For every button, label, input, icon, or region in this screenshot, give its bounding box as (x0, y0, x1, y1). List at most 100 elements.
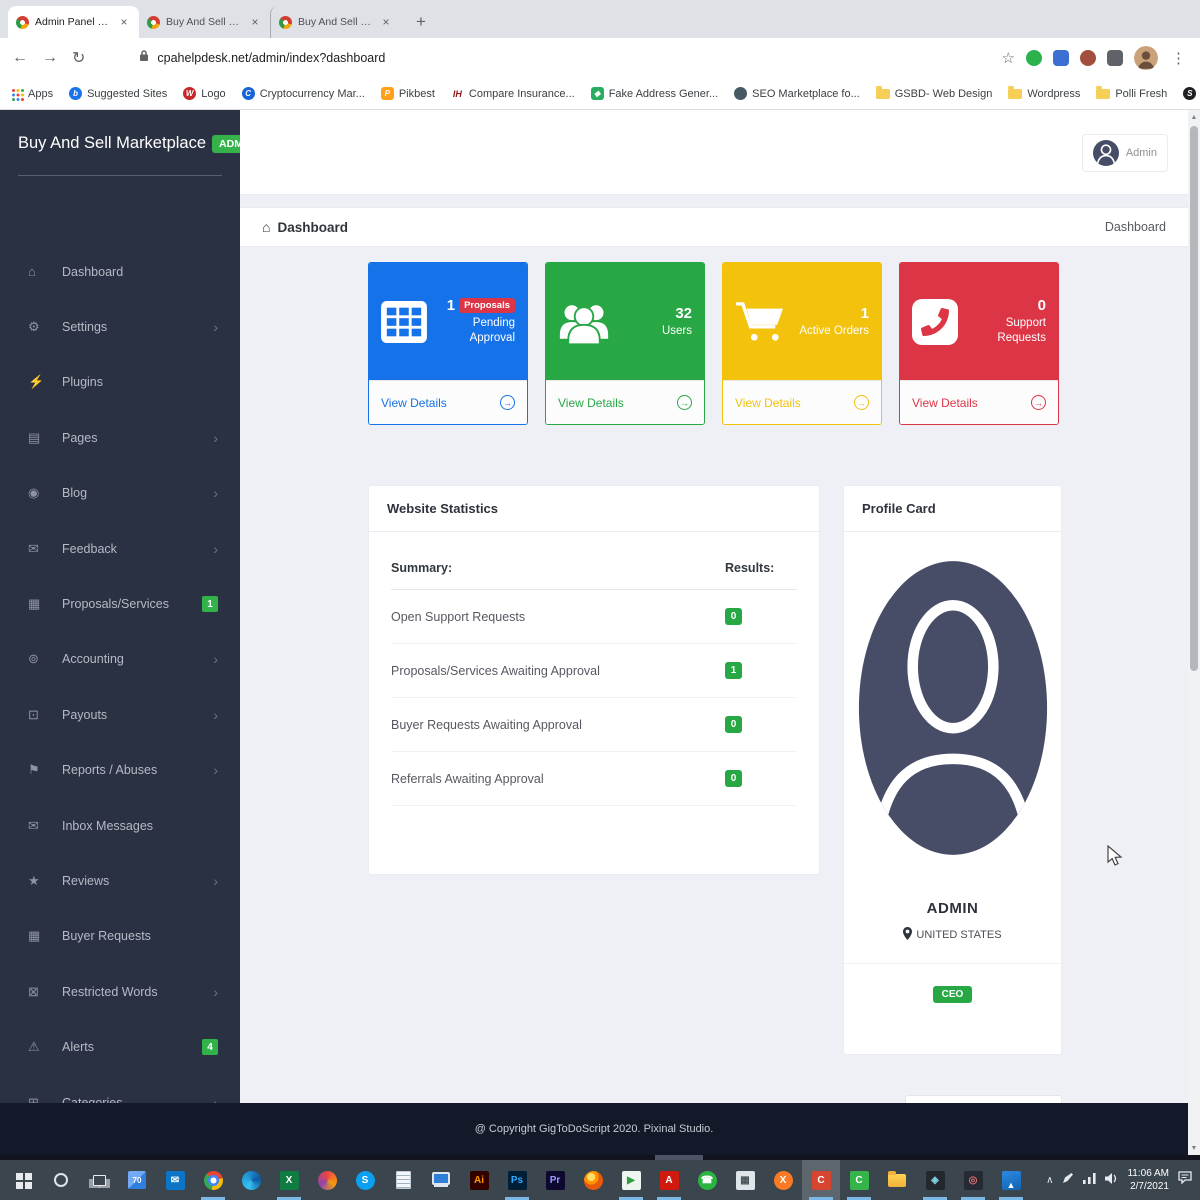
extensions-puzzle-icon[interactable] (1107, 50, 1123, 66)
premiere-app[interactable]: Pr (536, 1160, 574, 1200)
sidebar-item-blog[interactable]: ◉ Blog › (0, 466, 240, 521)
stats-label: Open Support Requests (391, 610, 725, 624)
mail-app[interactable]: ✉ (156, 1160, 194, 1200)
tab-title: Buy And Sell Marketplace - Logi (166, 16, 242, 28)
sidebar-item-dashboard[interactable]: ⌂ Dashboard › (0, 244, 240, 299)
scrollbar-thumb[interactable] (1190, 126, 1198, 671)
volume-icon[interactable] (1105, 1171, 1118, 1189)
bookmark-item[interactable]: W Logo (183, 87, 225, 100)
tray-expand-icon[interactable]: ∧ (1046, 1175, 1053, 1186)
whatsapp-app[interactable]: ☎ (688, 1160, 726, 1200)
stats-table-header: Summary: Results: (391, 546, 797, 590)
bookmark-item[interactable]: SEO Marketplace fo... (734, 87, 860, 100)
pen-icon[interactable] (1062, 1171, 1074, 1189)
photos-app[interactable]: ▲ (992, 1160, 1030, 1200)
dark-app-2[interactable]: ◎ (954, 1160, 992, 1200)
sidebar-item-payouts[interactable]: ⊡ Payouts › (0, 687, 240, 742)
brand: Buy And Sell Marketplace ADMIN (0, 110, 240, 153)
clock[interactable]: 11:06 AM 2/7/2021 (1127, 1167, 1169, 1194)
reload-button[interactable]: ↻ (72, 48, 85, 68)
sidebar-item-restricted-words[interactable]: ⊠ Restricted Words › (0, 964, 240, 1019)
chrome-browser[interactable] (194, 1160, 232, 1200)
xampp-app[interactable]: X (764, 1160, 802, 1200)
browser-tab[interactable]: Admin Panel - Control Your Enti × (8, 6, 139, 38)
sidebar-item-plugins[interactable]: ⚡ Plugins › (0, 355, 240, 410)
card-users: 32 Users View Details → (545, 262, 705, 425)
browser-tab[interactable]: Buy And Sell Marketplace × (270, 6, 401, 38)
dark-app-1[interactable]: ◈ (916, 1160, 954, 1200)
download-manager-app[interactable] (308, 1160, 346, 1200)
computer-app[interactable] (422, 1160, 460, 1200)
bookmark-item[interactable]: Polli Fresh (1096, 88, 1167, 100)
bookmark-item[interactable]: b Suggested Sites (69, 87, 167, 100)
tab-close-icon[interactable]: × (379, 15, 393, 29)
bookmark-item[interactable]: S immobilie richtig in... (1183, 87, 1200, 100)
sidebar-item-alerts[interactable]: ⚠ Alerts 4 › (0, 1019, 240, 1074)
website-statistics-panel: Website Statistics Summary: Results: Ope… (368, 485, 820, 875)
extension-icon[interactable] (1080, 50, 1096, 66)
start-button[interactable] (4, 1160, 42, 1200)
action-center-icon[interactable] (1178, 1171, 1192, 1189)
acrobat-app[interactable]: A (650, 1160, 688, 1200)
scroll-down-arrow[interactable]: ▼ (1188, 1141, 1200, 1155)
browser-profile-avatar[interactable] (1134, 46, 1158, 70)
screen-recorder-app[interactable]: ▶ (612, 1160, 650, 1200)
bookmark-star-icon[interactable]: ☆ (1002, 49, 1015, 67)
bookmark-item[interactable]: C Cryptocurrency Mar... (242, 87, 365, 100)
photoshop-app[interactable]: Ps (498, 1160, 536, 1200)
admin-menu-button[interactable]: Admin (1082, 134, 1168, 172)
tab-close-icon[interactable]: × (248, 15, 262, 29)
tab-close-icon[interactable]: × (117, 15, 131, 29)
firefox-browser[interactable] (574, 1160, 612, 1200)
site-favicon (279, 16, 292, 29)
file-explorer[interactable] (878, 1160, 916, 1200)
back-button[interactable]: ← (12, 49, 28, 67)
vertical-scrollbar[interactable]: ▲ ▼ (1188, 110, 1200, 1155)
cortana-button[interactable] (42, 1160, 80, 1200)
edge-browser[interactable] (232, 1160, 270, 1200)
sidebar-item-accounting[interactable]: ⊚ Accounting › (0, 632, 240, 687)
bookmark-item[interactable]: Apps (10, 87, 53, 100)
profile-card-panel: Profile Card ADMIN (843, 485, 1062, 1055)
view-details-link[interactable]: View Details → (546, 380, 704, 424)
sidebar-item-feedback[interactable]: ✉ Feedback › (0, 521, 240, 576)
sidebar-item-buyer-requests[interactable]: ▦ Buyer Requests › (0, 909, 240, 964)
new-tab-button[interactable]: + (407, 8, 435, 36)
view-details-link[interactable]: View Details → (369, 380, 527, 424)
forward-button[interactable]: → (42, 49, 58, 67)
bookmark-item[interactable]: ◆ Fake Address Gener... (591, 87, 718, 100)
camtasia-green-app[interactable]: C (840, 1160, 878, 1200)
sidebar-item-label: Feedback (62, 542, 213, 556)
sidebar-item-settings[interactable]: ⚙ Settings › (0, 299, 240, 354)
sidebar-item-inbox-messages[interactable]: ✉ Inbox Messages › (0, 798, 240, 853)
stats-label: Buyer Requests Awaiting Approval (391, 718, 725, 732)
task-view-button[interactable] (80, 1160, 118, 1200)
dashboard-content: 1 Proposals Pending Approval View Detail… (240, 247, 1188, 1103)
your-phone-app[interactable]: 70 (118, 1160, 156, 1200)
sidebar-item-categories[interactable]: ⊞ Categories › (0, 1075, 240, 1103)
idm-extension-icon[interactable] (1026, 50, 1042, 66)
browser-menu-icon[interactable]: ⋮ (1169, 49, 1188, 67)
sidebar-item-pages[interactable]: ▤ Pages › (0, 410, 240, 465)
skype-app[interactable]: S (346, 1160, 384, 1200)
illustrator-app[interactable]: Ai (460, 1160, 498, 1200)
calculator-app[interactable]: ▦ (726, 1160, 764, 1200)
camtasia-app[interactable]: C (802, 1160, 840, 1200)
browser-tab[interactable]: Buy And Sell Marketplace - Logi × (139, 6, 270, 38)
bookmark-item[interactable]: P Pikbest (381, 87, 435, 100)
screenshot-extension-icon[interactable] (1053, 50, 1069, 66)
address-bar[interactable]: cpahelpdesk.net/admin/index?dashboard (139, 49, 987, 67)
bookmark-item[interactable]: Wordpress (1008, 88, 1080, 100)
notepad-app[interactable] (384, 1160, 422, 1200)
network-icon[interactable] (1083, 1171, 1096, 1189)
bookmark-item[interactable]: GSBD- Web Design (876, 88, 993, 100)
view-details-link[interactable]: View Details → (723, 380, 881, 424)
sidebar-item-reviews[interactable]: ★ Reviews › (0, 853, 240, 908)
sidebar-item-proposals-services[interactable]: ▦ Proposals/Services 1 › (0, 576, 240, 631)
sidebar-item-reports-abuses[interactable]: ⚑ Reports / Abuses › (0, 743, 240, 798)
view-details-link[interactable]: View Details → (900, 380, 1058, 424)
profile-location: UNITED STATES (916, 929, 1001, 941)
scroll-up-arrow[interactable]: ▲ (1188, 110, 1200, 124)
bookmark-item[interactable]: IH Compare Insurance... (451, 87, 575, 100)
excel-app[interactable]: X (270, 1160, 308, 1200)
